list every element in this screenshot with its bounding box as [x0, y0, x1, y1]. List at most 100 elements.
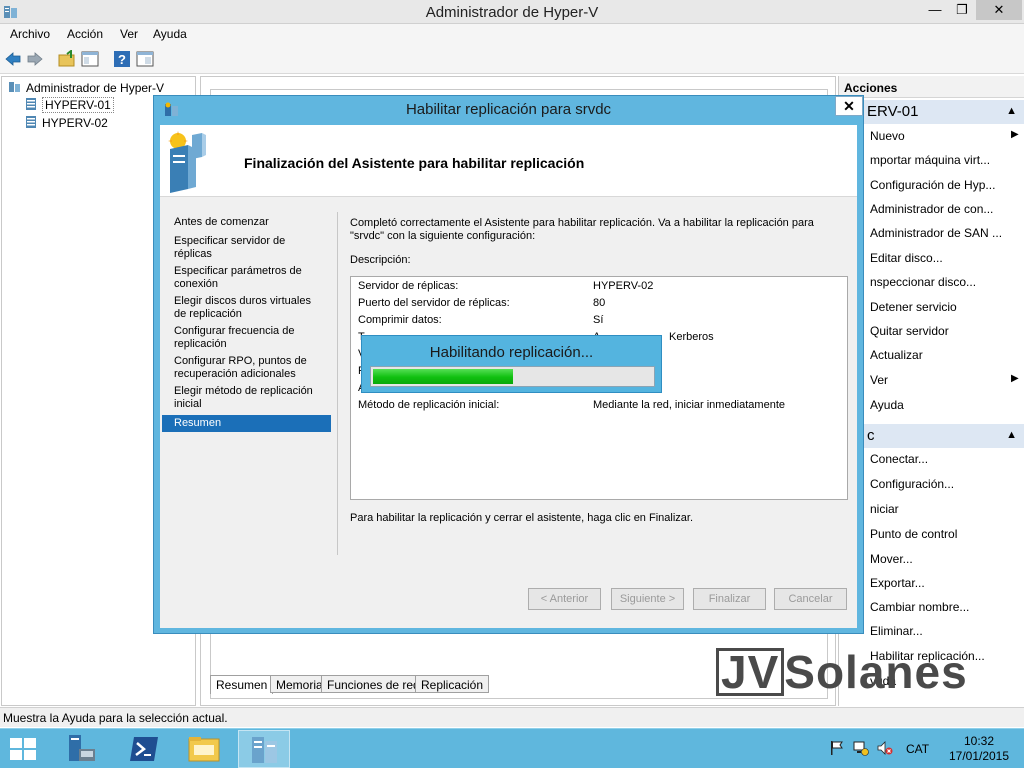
step-configurar-frecuencia[interactable]: Configurar frecuencia de replicación: [174, 325, 324, 351]
taskbar: CAT 10:32 17/01/2015: [0, 728, 1024, 768]
main-title-bar: Administrador de Hyper-V — ❐ ✕: [0, 0, 1024, 24]
cancel-button[interactable]: Cancelar: [774, 588, 847, 610]
action-actualizar[interactable]: Actualizar: [870, 348, 923, 362]
finish-button[interactable]: Finalizar: [693, 588, 766, 610]
action-administrador-conmutadores[interactable]: Administrador de con...: [870, 202, 993, 216]
step-especificar-parametros[interactable]: Especificar parámetros de conexión: [174, 265, 324, 291]
step-configurar-rpo[interactable]: Configurar RPO, puntos de recuperación a…: [174, 355, 324, 381]
server-icon: [26, 116, 36, 128]
description-label: Descripción:: [350, 254, 411, 266]
action-nuevo[interactable]: Nuevo ▶: [870, 129, 1019, 143]
properties-icon[interactable]: [136, 50, 154, 68]
submenu-arrow-icon: ▶: [1011, 373, 1019, 384]
watermark-name: Solanes: [784, 646, 968, 698]
taskbar-server-manager[interactable]: [55, 730, 107, 768]
windows-start-icon[interactable]: [10, 738, 36, 760]
actions-group-server[interactable]: ERV-01 ▲: [839, 100, 1024, 124]
step-especificar-servidor[interactable]: Especificar servidor de réplicas: [174, 235, 324, 261]
clock-date: 17/01/2015: [948, 749, 1010, 763]
help-icon[interactable]: ?: [113, 50, 131, 68]
menu-ayuda[interactable]: Ayuda: [153, 27, 187, 41]
back-icon[interactable]: [4, 50, 22, 68]
tree-item-hyperv-01[interactable]: HYPERV-01: [24, 97, 114, 113]
summary-intro-text: Completó correctamente el Asistente para…: [350, 217, 814, 242]
system-clock[interactable]: 10:32 17/01/2015: [944, 734, 1014, 764]
step-elegir-discos[interactable]: Elegir discos duros virtuales de replica…: [174, 295, 324, 321]
clock-time: 10:32: [963, 734, 995, 748]
volume-muted-icon[interactable]: [877, 740, 893, 756]
svg-text:?: ?: [118, 52, 126, 67]
action-editar-disco[interactable]: Editar disco...: [870, 251, 943, 265]
action-mover[interactable]: Mover...: [870, 552, 913, 566]
forward-icon[interactable]: [26, 50, 44, 68]
menu-accion[interactable]: Acción: [67, 27, 103, 41]
actions-group-vm-title: c: [867, 427, 875, 444]
network-icon[interactable]: [853, 740, 869, 756]
summary-key: Método de replicación inicial:: [358, 399, 500, 411]
tree-label-hyperv-02: HYPERV-02: [42, 116, 108, 130]
menu-ver[interactable]: Ver: [120, 27, 138, 41]
show-hide-tree-icon[interactable]: [81, 50, 99, 68]
collapse-icon[interactable]: ▲: [1006, 105, 1017, 117]
powershell-icon: [130, 737, 158, 761]
submenu-arrow-icon: ▶: [1011, 129, 1019, 140]
action-iniciar[interactable]: niciar: [870, 502, 899, 516]
toolbar: ?: [0, 44, 1024, 74]
action-punto-de-control[interactable]: Punto de control: [870, 527, 957, 541]
action-center-flag-icon[interactable]: [829, 740, 845, 756]
summary-value-partial: Kerberos: [669, 331, 714, 343]
action-ver[interactable]: Ver ▶: [870, 373, 1019, 387]
taskbar-file-explorer[interactable]: [178, 730, 230, 768]
action-quitar-servidor[interactable]: Quitar servidor: [870, 324, 949, 338]
tab-funciones-de-red[interactable]: Funciones de red: [321, 675, 426, 693]
summary-value: Sí: [593, 314, 604, 326]
tab-replicacion[interactable]: Replicación: [415, 675, 490, 693]
input-language-indicator[interactable]: CAT: [906, 742, 929, 756]
window-title: Administrador de Hyper-V: [425, 4, 599, 21]
server-manager-icon: [69, 735, 95, 761]
close-window-button[interactable]: ✕: [976, 0, 1022, 20]
tree-root-item[interactable]: Administrador de Hyper-V: [8, 80, 164, 96]
action-nuevo-label: Nuevo: [870, 129, 905, 143]
previous-button[interactable]: < Anterior: [528, 588, 601, 610]
actions-group-vm[interactable]: c ▲: [839, 424, 1024, 448]
step-antes-de-comenzar[interactable]: Antes de comenzar: [174, 216, 324, 229]
collapse-icon[interactable]: ▲: [1006, 429, 1017, 441]
summary-row: Comprimir datos: Sí: [358, 314, 838, 326]
dialog-close-button[interactable]: ✕: [835, 96, 863, 116]
file-explorer-icon: [188, 737, 220, 762]
action-ayuda[interactable]: Ayuda: [870, 398, 904, 412]
tab-resumen[interactable]: Resumen: [210, 675, 274, 694]
tab-memoria[interactable]: Memoria: [270, 675, 329, 693]
step-resumen[interactable]: Resumen: [162, 415, 331, 432]
summary-row: Método de replicación inicial: Mediante l…: [358, 399, 838, 411]
action-detener-servicio[interactable]: Detener servicio: [870, 300, 957, 314]
action-importar[interactable]: mportar máquina virt...: [870, 153, 990, 167]
actions-header: Acciones: [839, 76, 1024, 98]
taskbar-powershell[interactable]: [118, 730, 170, 768]
tree-item-hyperv-02[interactable]: HYPERV-02: [24, 115, 108, 131]
menu-archivo[interactable]: Archivo: [10, 27, 50, 41]
action-configuracion[interactable]: Configuración...: [870, 477, 954, 491]
progress-bar: [370, 366, 655, 387]
up-folder-icon[interactable]: [58, 50, 76, 68]
steps-divider: [337, 212, 338, 555]
summary-key: Puerto del servidor de réplicas:: [358, 297, 510, 309]
summary-value: Mediante la red, iniciar inmediatamente: [593, 399, 785, 411]
maximize-button[interactable]: ❐: [949, 0, 975, 20]
action-configuracion-hyper-v[interactable]: Configuración de Hyp...: [870, 178, 995, 192]
action-inspeccionar-disco[interactable]: nspeccionar disco...: [870, 275, 976, 289]
action-cambiar-nombre[interactable]: Cambiar nombre...: [870, 600, 969, 614]
action-administrador-san[interactable]: Administrador de SAN ...: [870, 226, 1002, 240]
hyper-v-manager-icon: [252, 737, 277, 763]
taskbar-hyper-v-manager[interactable]: [238, 730, 290, 768]
progress-bar-fill: [373, 369, 513, 384]
watermark-initials: JV: [716, 648, 785, 696]
dialog-title: Habilitar replicación para srvdc: [405, 101, 612, 118]
action-eliminar[interactable]: Eliminar...: [870, 624, 923, 638]
action-conectar[interactable]: Conectar...: [870, 452, 928, 466]
step-elegir-metodo[interactable]: Elegir método de replicación inicial: [174, 385, 324, 411]
next-button[interactable]: Siguiente >: [611, 588, 684, 610]
minimize-button[interactable]: —: [922, 0, 948, 20]
action-exportar[interactable]: Exportar...: [870, 576, 925, 590]
